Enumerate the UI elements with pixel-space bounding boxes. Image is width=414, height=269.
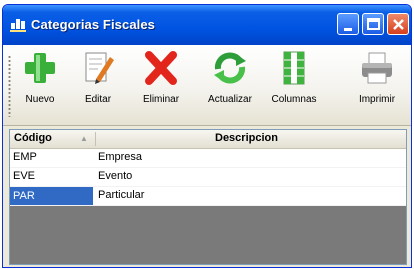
delete-x-icon (145, 51, 177, 85)
sort-ascending-icon: ▲ (80, 134, 88, 143)
maximize-icon (367, 18, 380, 30)
editar-label: Editar (84, 94, 112, 105)
columnas-label: Columnas (271, 94, 317, 105)
close-button[interactable] (387, 13, 409, 35)
imprimir-button[interactable]: Imprimir (351, 49, 403, 121)
close-icon (393, 19, 404, 30)
columnas-button[interactable]: Columnas (265, 49, 323, 121)
table-row-selected[interactable]: PAR Particular (10, 187, 406, 206)
plus-icon (25, 53, 55, 83)
column-divider[interactable] (95, 132, 96, 146)
cell-description: Particular (98, 189, 145, 201)
title-bar[interactable]: Categorias Fiscales (3, 5, 411, 45)
window-title: Categorias Fiscales (31, 17, 156, 32)
imprimir-label: Imprimir (358, 94, 396, 105)
actualizar-label: Actualizar (208, 94, 252, 105)
cell-code: PAR (10, 187, 93, 205)
cell-description: Evento (98, 170, 133, 182)
column-header-codigo[interactable]: Código (14, 132, 52, 144)
column-header-descripcion[interactable]: Descripcion (215, 132, 278, 144)
toolbar: Nuevo Editar Eliminar Actualizar Columna… (3, 45, 411, 126)
minimize-icon (344, 28, 352, 31)
app-icon (10, 19, 26, 32)
categorias-fiscales-window: Categorias Fiscales Nuevo Editar Elimina… (2, 4, 412, 268)
toolbar-grip[interactable] (8, 55, 11, 117)
editar-button[interactable]: Editar (75, 49, 121, 121)
cell-code: EMP (13, 151, 37, 163)
printer-icon (362, 52, 392, 84)
grid-header: Código ▲ Descripcion (10, 130, 406, 149)
eliminar-label: Eliminar (142, 94, 180, 105)
categories-grid[interactable]: Código ▲ Descripcion EMP Empresa EVE Eve… (9, 129, 407, 265)
columns-icon (283, 51, 305, 85)
edit-icon (85, 52, 114, 84)
minimize-button[interactable] (337, 13, 359, 35)
table-row[interactable]: EVE Evento (10, 168, 406, 187)
eliminar-button[interactable]: Eliminar (133, 49, 189, 121)
table-row[interactable]: EMP Empresa (10, 149, 406, 168)
cell-code: EVE (13, 170, 36, 182)
nuevo-label: Nuevo (25, 94, 55, 105)
refresh-icon (214, 52, 246, 84)
maximize-button[interactable] (362, 13, 384, 35)
grid-rows: EMP Empresa EVE Evento PAR Particular (10, 149, 406, 206)
nuevo-button[interactable]: Nuevo (17, 49, 63, 121)
cell-description: Empresa (98, 151, 143, 163)
actualizar-button[interactable]: Actualizar (201, 49, 259, 121)
